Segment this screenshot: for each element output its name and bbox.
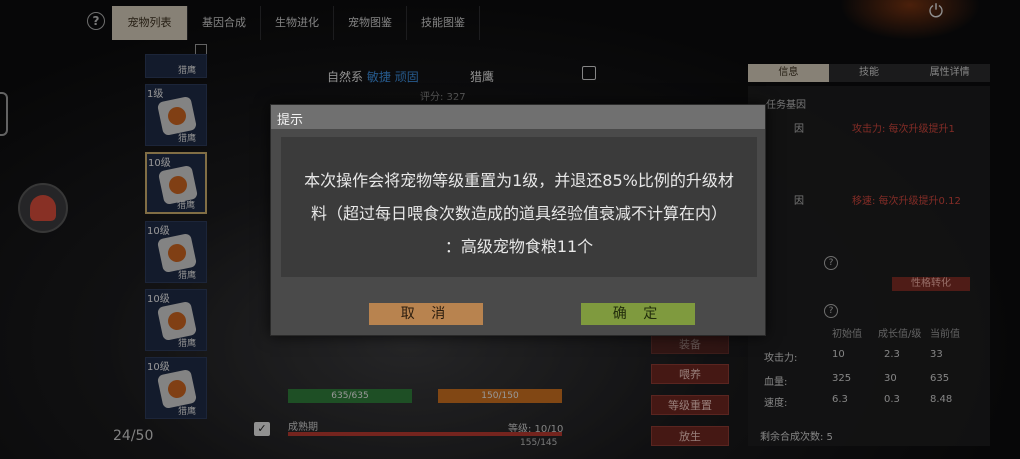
dialog-message: 本次操作会将宠物等级重置为1级，并退还85%比例的升级材 料（超过每日喂食次数造…	[281, 137, 757, 263]
confirm-dialog: 提示 本次操作会将宠物等级重置为1级，并退还85%比例的升级材 料（超过每日喂食…	[270, 104, 766, 336]
confirm-button[interactable]: 确 定	[581, 303, 695, 325]
dialog-title-bar: 提示	[271, 105, 765, 129]
dialog-line: ：高级宠物食粮11个	[444, 237, 594, 256]
dialog-line: 本次操作会将宠物等级重置为1级，并退还85%比例的升级材	[304, 171, 734, 190]
dialog-body: 本次操作会将宠物等级重置为1级，并退还85%比例的升级材 料（超过每日喂食次数造…	[281, 137, 757, 277]
dialog-line: 料（超过每日喂食次数造成的道具经验值衰减不计算在内）	[310, 204, 727, 223]
dialog-title: 提示	[277, 113, 304, 128]
cancel-button[interactable]: 取 消	[369, 303, 483, 325]
